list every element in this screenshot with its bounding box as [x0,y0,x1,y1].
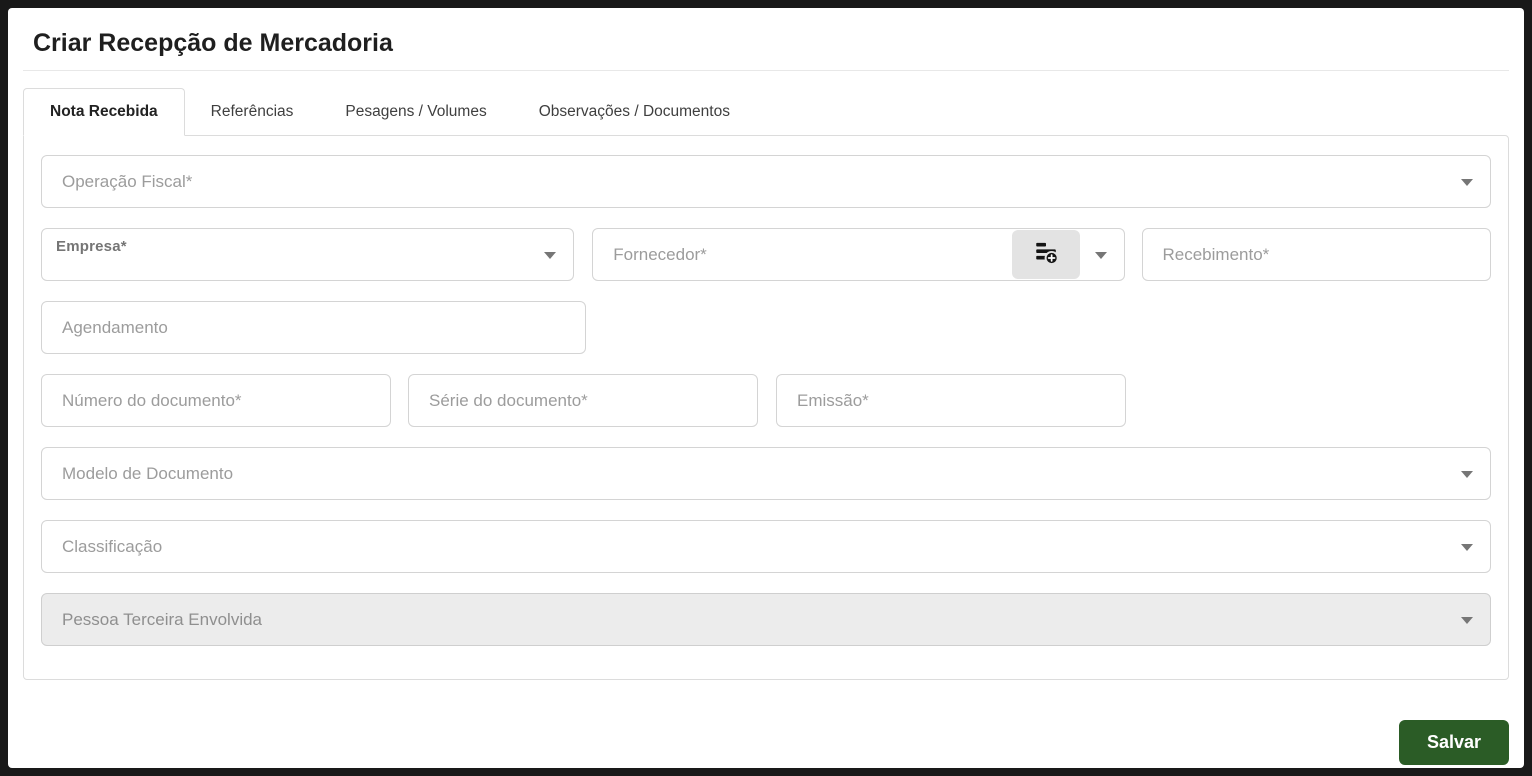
tab-panel-nota-recebida: Empresa* [23,135,1509,680]
emissao-field[interactable] [776,374,1126,427]
app-window: Criar Recepção de Mercadoria Nota Recebi… [8,8,1524,768]
pessoa-terceira-dropdown [41,593,1491,646]
tab-pesagens-volumes[interactable]: Pesagens / Volumes [319,88,512,136]
tab-bar: Nota Recebida Referências Pesagens / Vol… [23,88,1509,136]
page-title: Criar Recepção de Mercadoria [33,29,393,57]
modelo-documento-input[interactable] [42,448,1490,499]
emissao-input[interactable] [777,375,1125,426]
recebimento-field[interactable] [1141,228,1491,281]
classificacao-dropdown[interactable] [41,520,1491,573]
pessoa-terceira-input [42,594,1490,645]
fornecedor-input[interactable] [593,229,1012,280]
tab-referencias[interactable]: Referências [185,88,320,136]
operacao-fiscal-input[interactable] [42,156,1490,207]
title-divider [23,70,1509,71]
empresa-dropdown[interactable]: Empresa* [41,228,575,281]
operacao-fiscal-dropdown[interactable] [41,155,1491,208]
list-add-icon [1033,240,1059,269]
chevron-down-icon [1094,251,1107,259]
save-button[interactable]: Salvar [1399,720,1509,765]
agendamento-input[interactable] [42,302,585,353]
serie-documento-input[interactable] [409,375,757,426]
classificacao-input[interactable] [42,521,1490,572]
modelo-documento-dropdown[interactable] [41,447,1491,500]
empresa-label: Empresa* [56,238,127,255]
fornecedor-combobox[interactable] [592,228,1125,281]
tab-observacoes-documentos[interactable]: Observações / Documentos [513,88,756,136]
agendamento-field[interactable] [41,301,586,354]
form-footer: Salvar [23,720,1509,765]
recebimento-input[interactable] [1142,229,1490,280]
numero-documento-input[interactable] [42,375,390,426]
numero-documento-field[interactable] [41,374,391,427]
tab-nota-recebida[interactable]: Nota Recebida [23,88,185,136]
add-fornecedor-button[interactable] [1011,230,1080,279]
serie-documento-field[interactable] [408,374,758,427]
